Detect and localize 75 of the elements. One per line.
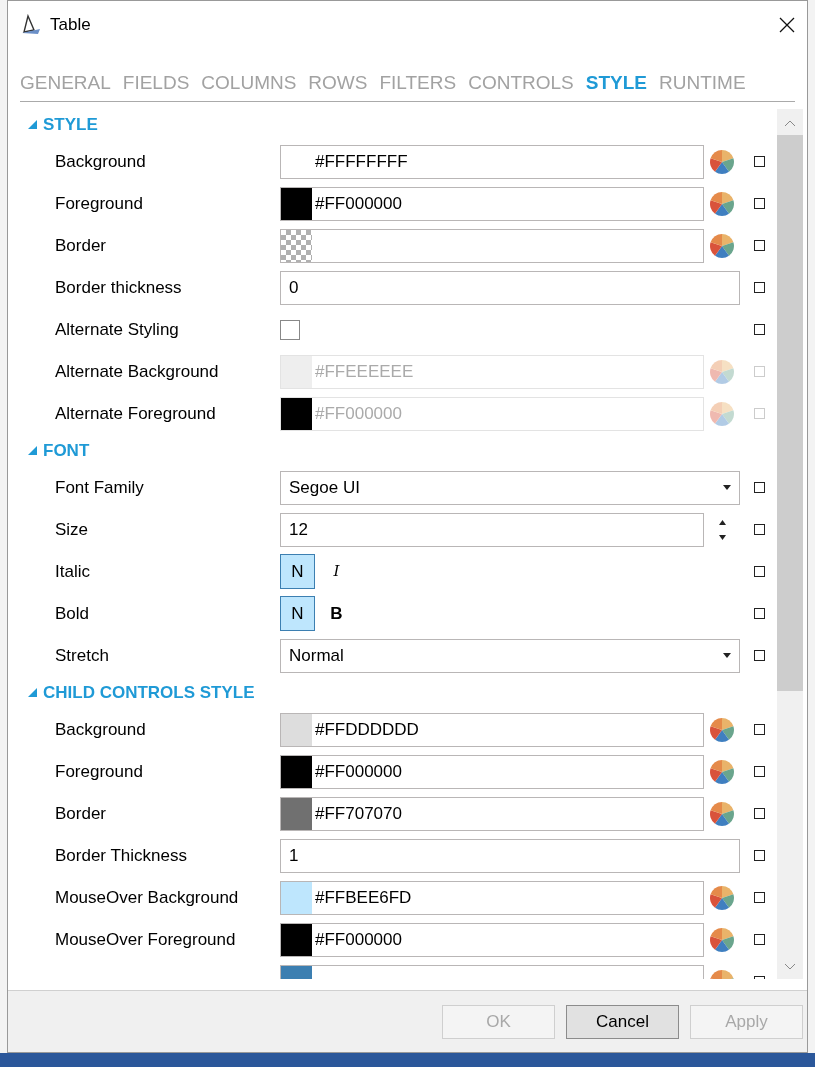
property-label: Stretch	[55, 645, 109, 665]
color-picker-icon[interactable]	[709, 190, 735, 217]
reset-square-icon[interactable]	[754, 282, 765, 293]
expand-triangle-icon	[28, 120, 37, 129]
scroll-up-icon[interactable]	[784, 118, 796, 127]
color-picker-icon[interactable]	[709, 926, 735, 953]
reset-square-icon[interactable]	[754, 482, 765, 493]
dropdown-caret-icon	[723, 653, 731, 658]
property-label: Alternate Foreground	[55, 403, 216, 423]
property-label: Size	[55, 519, 89, 539]
reset-square-icon[interactable]	[754, 324, 765, 335]
property-label: Alternate Background	[55, 361, 219, 381]
property-label: MouseOver Foreground	[55, 929, 236, 949]
reset-square-icon[interactable]	[754, 650, 765, 661]
scrollbar[interactable]	[777, 108, 803, 979]
property-label: Border	[55, 803, 107, 823]
reset-square-icon[interactable]	[754, 766, 765, 777]
color-field[interactable]: #FFFFFFFF	[280, 144, 704, 179]
reset-square-icon[interactable]	[754, 808, 765, 819]
dropdown[interactable]: Segoe UI	[280, 470, 740, 505]
expand-triangle-icon	[28, 446, 37, 455]
dropdown-caret-icon	[723, 485, 731, 490]
color-picker-icon[interactable]	[709, 716, 735, 743]
property-label: Background	[55, 151, 146, 171]
reset-square-icon[interactable]	[754, 198, 765, 209]
compass-icon	[20, 14, 42, 36]
dialog-button[interactable]: Cancel	[566, 1004, 679, 1039]
close-icon[interactable]	[779, 17, 795, 33]
color-picker-icon[interactable]	[709, 758, 735, 785]
property-label: Bold	[55, 603, 90, 623]
style-toggle[interactable]: N	[280, 554, 315, 589]
color-field[interactable]: #FF707070	[280, 796, 704, 831]
reset-square-icon[interactable]	[754, 850, 765, 861]
reset-square-icon[interactable]	[754, 934, 765, 945]
text-field[interactable]: 1	[280, 838, 740, 873]
style-toggle[interactable]: B	[319, 596, 354, 631]
reset-square-icon[interactable]	[754, 524, 765, 535]
property-label: Background	[55, 719, 146, 739]
property-label: Foreground	[55, 761, 143, 781]
style-toggle[interactable]: N	[280, 596, 315, 631]
spin-down-icon[interactable]	[718, 534, 726, 540]
color-picker-icon[interactable]	[709, 148, 735, 175]
property-label: Font Family	[55, 477, 144, 497]
color-field[interactable]: #FF000000	[280, 754, 704, 789]
property-label: Border Thickness	[55, 845, 187, 865]
reset-square-icon[interactable]	[754, 566, 765, 577]
color-picker-icon[interactable]	[709, 884, 735, 911]
property-label: Border	[55, 235, 107, 255]
property-label: Foreground	[55, 193, 143, 213]
property-label: Border thickness	[55, 277, 182, 297]
reset-square-icon[interactable]	[754, 240, 765, 251]
color-field[interactable]: #FF000000	[280, 186, 704, 221]
reset-square-icon[interactable]	[754, 156, 765, 167]
color-field[interactable]	[280, 228, 704, 263]
scroll-down-icon[interactable]	[784, 962, 796, 971]
spin-up-icon[interactable]	[718, 519, 726, 525]
property-label: Alternate Styling	[55, 319, 179, 339]
number-field[interactable]: 12	[280, 512, 704, 547]
style-toggle[interactable]: I	[319, 554, 354, 589]
window-title: Table	[50, 14, 91, 37]
color-field[interactable]: #FFDDDDDD	[280, 712, 704, 747]
color-field[interactable]: #FF000000	[280, 922, 704, 957]
checkbox[interactable]	[280, 319, 300, 340]
property-label: Italic	[55, 561, 90, 581]
property-label: MouseOver Background	[55, 887, 239, 907]
text-field[interactable]: 0	[280, 270, 740, 305]
reset-square-icon[interactable]	[754, 892, 765, 903]
transparent-swatch	[281, 229, 312, 262]
expand-triangle-icon	[28, 688, 37, 697]
reset-square-icon[interactable]	[754, 608, 765, 619]
color-picker-icon[interactable]	[709, 232, 735, 259]
color-field[interactable]: #FFBEE6FD	[280, 880, 704, 915]
reset-square-icon[interactable]	[754, 724, 765, 735]
color-picker-icon[interactable]	[709, 800, 735, 827]
dropdown[interactable]: Normal	[280, 638, 740, 673]
